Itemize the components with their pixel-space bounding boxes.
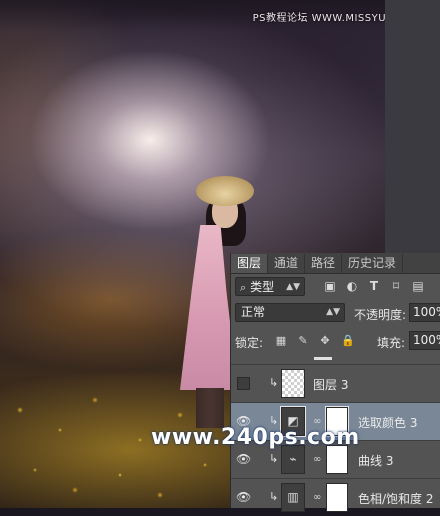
tab-layers[interactable]: 图层 [231,254,269,273]
figure-hat [196,176,254,206]
fill-field[interactable]: 100% [409,331,440,350]
layer-name[interactable]: 图层 3 [313,376,348,393]
layer-row[interactable]: 👁 ↳ ▥ ∞ 色相/饱和度 2 [231,478,440,516]
eye-icon[interactable]: 👁 [236,490,251,504]
eye-icon[interactable]: 👁 [236,452,251,466]
search-icon: ⌕ [240,281,247,294]
visibility-toggle[interactable] [237,377,250,390]
lock-position-icon[interactable]: ✥ [319,335,331,347]
lock-all-icon[interactable]: 🔒 [341,335,355,347]
layer-kind-select[interactable]: ⌕ 类型 ▲▼ [235,277,305,296]
center-watermark: www.240ps.com [151,425,360,450]
fill-label: 填充: [377,336,406,350]
lock-image-pixels-icon[interactable]: ✎ [297,335,309,347]
type-filter-icon[interactable]: T [367,279,381,293]
clipping-arrow-icon: ↳ [269,490,279,503]
layer-kind-value: 类型 [250,280,275,294]
image-filter-icon[interactable]: ▣ [323,279,337,293]
layer-name[interactable]: 曲线 3 [358,452,393,469]
opacity-field[interactable]: 100% [409,303,440,322]
link-chain-icon[interactable]: ∞ [313,492,321,503]
shape-filter-icon[interactable]: ⌑ [389,279,403,293]
adjustment-filter-icon[interactable]: ◐ [345,279,359,293]
blend-row: 正常 ▲▼ 不透明度: 100% [231,301,440,325]
layer-name[interactable]: 色相/饱和度 2 [358,490,434,507]
layer-row[interactable]: ↳ 图层 3 [231,364,440,402]
tab-channels[interactable]: 通道 [268,254,306,273]
layer-name[interactable]: 选取颜色 3 [358,414,417,431]
panel-scroll-indicator [314,357,332,360]
lock-label: 锁定: [235,336,264,350]
blend-mode-value: 正常 [241,305,266,319]
select-arrows-icon: ▲▼ [326,307,340,317]
layer-thumbnail[interactable] [281,369,305,398]
link-chain-icon[interactable]: ∞ [313,454,321,465]
layers-panel: 图层 通道 路径 历史记录 ⌕ 类型 ▲▼ ▣ ◐ T ⌑ ▤ 正常 ▲▼ 不透明… [230,253,440,512]
clipping-arrow-icon: ↳ [269,452,279,465]
opacity-label: 不透明度: [354,308,407,322]
lock-row: 锁定: ▦ ✎ ✥ 🔒 填充: 100% [231,329,440,353]
smart-object-filter-icon[interactable]: ▤ [411,279,425,293]
canvas-gutter [385,0,440,255]
tab-paths[interactable]: 路径 [305,254,343,273]
tab-history[interactable]: 历史记录 [342,254,404,273]
filter-row: ⌕ 类型 ▲▼ ▣ ◐ T ⌑ ▤ [231,275,440,299]
select-arrows-icon: ▲▼ [286,282,300,292]
clipping-arrow-icon: ↳ [269,376,279,389]
panel-tabs: 图层 通道 路径 历史记录 [231,253,440,274]
lock-transparent-pixels-icon[interactable]: ▦ [275,335,287,347]
blend-mode-select[interactable]: 正常 ▲▼ [235,303,345,322]
figure-legs [196,388,224,428]
